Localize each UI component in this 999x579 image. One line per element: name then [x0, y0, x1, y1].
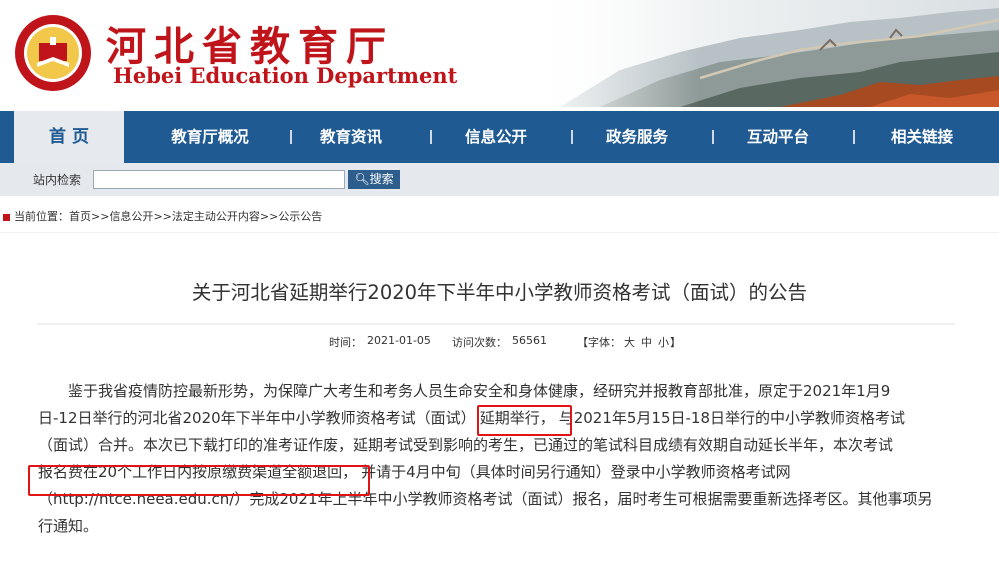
breadcrumb-item-disclosure[interactable]: 信息公开 — [109, 210, 153, 223]
breadcrumb-prefix: 当前位置： — [14, 210, 69, 223]
search-label: 站内检索 — [33, 173, 82, 187]
nav-item-news[interactable]: 教育资讯 — [296, 111, 406, 163]
nav-item-home[interactable]: 首 页 — [14, 111, 124, 163]
nav-item-services[interactable]: 政务服务 — [577, 111, 697, 163]
meta-font-label: 【字体： — [577, 336, 621, 349]
meta-time: 2021-01-05 — [367, 334, 431, 347]
breadcrumb-item-notices[interactable]: 公示公告 — [278, 210, 322, 223]
breadcrumb-item-home[interactable]: 首页 — [69, 210, 91, 223]
nav-separator — [712, 130, 714, 144]
body-line: 鉴于我省疫情防控最新形势，为保障广大考生和考务人员生命安全和身体健康，经研究并报… — [68, 382, 891, 400]
location-icon — [3, 213, 10, 221]
body-text-span: 日-12日举行的河北省2020年下半年中小学教师资格考试（面试） — [38, 409, 476, 427]
title-divider — [37, 323, 955, 325]
article-title: 关于河北省延期举行2020年下半年中小学教师资格考试（面试）的公告 — [191, 281, 808, 304]
font-size-large[interactable]: 大 — [624, 334, 635, 350]
nav-separator — [430, 130, 432, 144]
hebei-education-logo — [15, 15, 91, 91]
breadcrumb-separator: >> — [259, 210, 279, 223]
breadcrumb-item-statutory[interactable]: 法定主动公开内容 — [172, 210, 260, 223]
nav-separator — [571, 130, 573, 144]
search-button-label: 搜索 — [369, 172, 394, 186]
annotation-box-postponed — [477, 405, 572, 436]
annotation-box-refund — [28, 465, 370, 496]
site-title-en: Hebei Education Department — [113, 63, 458, 88]
nav-item-about[interactable]: 教育厅概况 — [150, 111, 270, 163]
meta-time-label: 时间： — [329, 336, 362, 349]
search-button[interactable]: 🔍︎搜索 — [348, 170, 400, 189]
site-search-bar: 站内检索 🔍︎搜索 — [0, 163, 999, 196]
breadcrumb-separator: >> — [153, 210, 172, 223]
content-divider — [0, 232, 999, 233]
breadcrumb: 当前位置：首页>>信息公开>>法定主动公开内容>>公示公告 — [3, 208, 322, 224]
nav-item-disclosure[interactable]: 信息公开 — [436, 111, 556, 163]
nav-separator — [290, 130, 292, 144]
meta-visits: 56561 — [512, 334, 547, 347]
breadcrumb-separator: >> — [91, 210, 110, 223]
nav-item-interaction[interactable]: 互动平台 — [718, 111, 838, 163]
nav-item-links[interactable]: 相关链接 — [859, 111, 985, 163]
nav-separator — [853, 130, 855, 144]
body-text-span: 并请于4月中旬（具体时间另行通知）登录中小学教师资格考试网 — [361, 463, 791, 481]
meta-font-close: 】 — [670, 336, 681, 349]
search-input[interactable] — [93, 170, 345, 189]
search-icon: 🔍︎ — [354, 172, 370, 186]
meta-visits-label: 访问次数： — [452, 336, 507, 349]
body-line: 行通知。 — [38, 517, 99, 535]
font-size-medium[interactable]: 中 — [641, 334, 652, 350]
body-line: （面试）合并。本次已下载打印的准考证作废，延期考试受到影响的考生，已通过的笔试科… — [38, 436, 894, 454]
article-body: 鉴于我省疫情防控最新形势，为保障广大考生和考务人员生命安全和身体健康，经研究并报… — [38, 378, 963, 540]
header-banner: 河北省教育厅 Hebei Education Department — [0, 0, 999, 107]
body-text-span: 与2021年5月15日-18日举行的中小学教师资格考试 — [558, 409, 906, 427]
main-nav: 首 页 教育厅概况 教育资讯 信息公开 政务服务 互动平台 相关链接 — [0, 111, 999, 163]
font-size-small[interactable]: 小 — [658, 334, 669, 350]
